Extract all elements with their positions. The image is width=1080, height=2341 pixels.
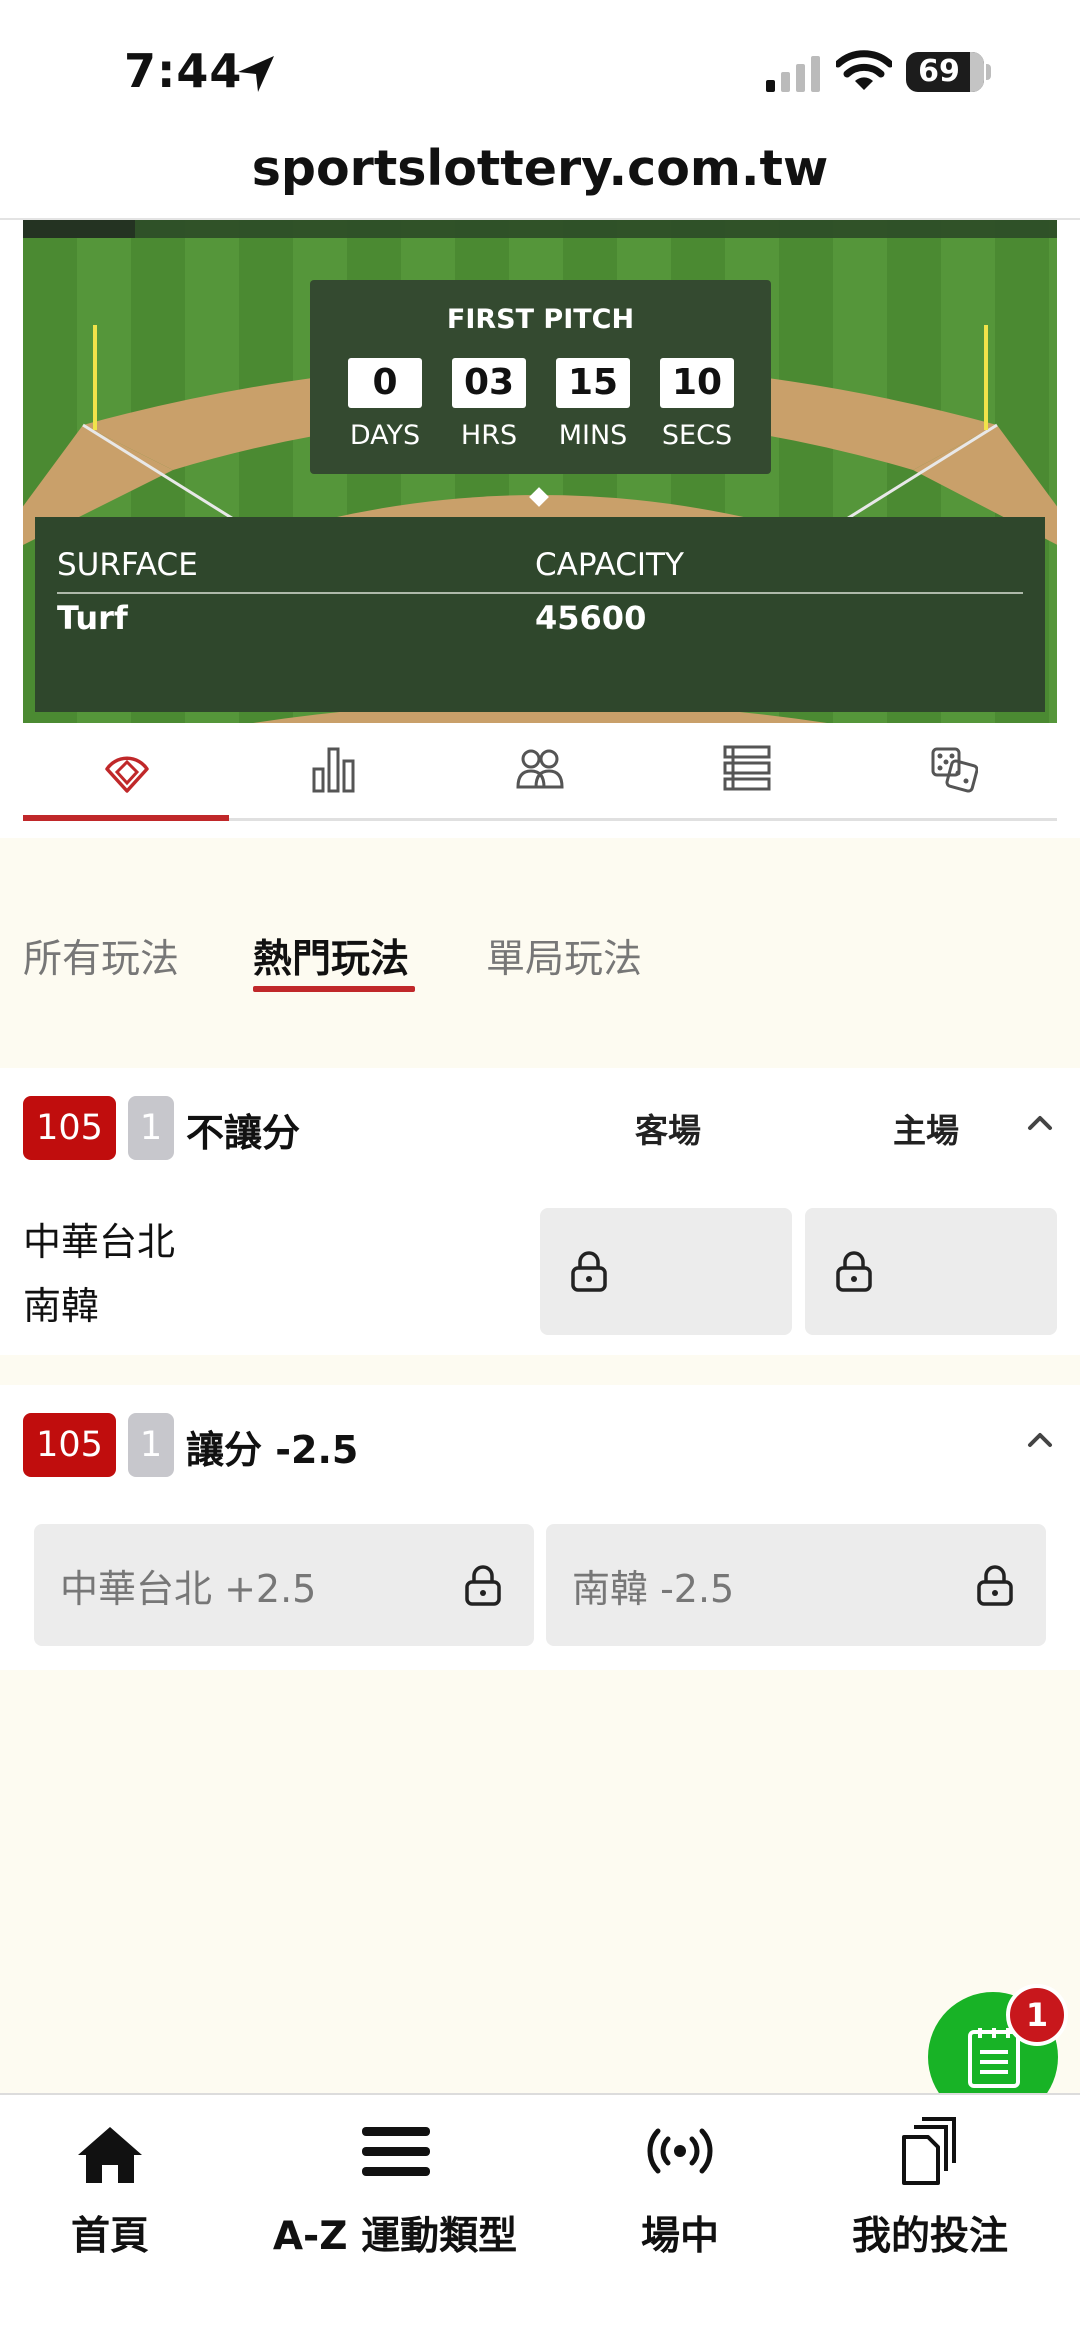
market-header-handicap[interactable]: 105 1 讓分 -2.5 bbox=[0, 1385, 1080, 1502]
baseball-field-icon bbox=[105, 756, 149, 793]
betting-content: 所有玩法 熱門玩法 單局玩法 105 1 不讓分 客場 主場 中華台北 南韓 1… bbox=[0, 838, 1080, 2093]
nav-my-bets[interactable]: 我的投注 bbox=[840, 2095, 1020, 2275]
dice-icon bbox=[931, 747, 978, 793]
bottom-navigation: 首頁 A-Z 運動類型 場中 我的投注 bbox=[0, 2093, 1080, 2341]
market-header-moneyline[interactable]: 105 1 不讓分 客場 主場 bbox=[0, 1068, 1080, 1185]
countdown-minutes-value: 15 bbox=[556, 358, 630, 408]
chevron-up-icon[interactable] bbox=[1026, 1427, 1054, 1451]
away-column-header: 客場 bbox=[635, 1111, 701, 1150]
battery-tip bbox=[986, 64, 991, 80]
countdown-seconds-value: 10 bbox=[660, 358, 734, 408]
surface-value: Turf bbox=[57, 599, 128, 637]
odds-away-locked[interactable] bbox=[540, 1208, 792, 1335]
stats-bars-icon bbox=[312, 747, 355, 793]
market-body-handicap: 中華台北 +2.5 南韓 -2.5 bbox=[0, 1500, 1080, 1670]
status-time: 7:44 bbox=[124, 44, 243, 98]
chevron-up-icon[interactable] bbox=[1026, 1110, 1054, 1134]
battery-level: 69 bbox=[918, 54, 960, 89]
countdown-seconds-label: SECS bbox=[661, 420, 733, 451]
nav-home-label: 首頁 bbox=[70, 2214, 149, 2259]
nav-live-label: 場中 bbox=[640, 2214, 719, 2259]
home-column-header: 主場 bbox=[893, 1111, 959, 1150]
countdown-panel: FIRST PITCH 0 03 15 10 DAYS HRS MINS SEC… bbox=[310, 280, 771, 474]
tab-players[interactable] bbox=[436, 723, 642, 818]
countdown-days-value: 0 bbox=[348, 358, 422, 408]
capacity-value: 45600 bbox=[535, 599, 647, 637]
bet-slip-count-badge: 1 bbox=[1006, 1984, 1068, 2046]
countdown-minutes-label: MINS bbox=[558, 420, 628, 451]
players-icon bbox=[516, 749, 564, 789]
menu-icon bbox=[362, 2127, 430, 2176]
nav-home[interactable]: 首頁 bbox=[30, 2095, 190, 2275]
lock-icon bbox=[465, 1565, 501, 1606]
tab-odds-dice[interactable] bbox=[850, 723, 1056, 818]
capacity-label: CAPACITY bbox=[535, 547, 684, 583]
countdown-title: FIRST PITCH bbox=[446, 304, 635, 335]
countdown-hours-label: HRS bbox=[460, 420, 518, 451]
status-bar: 7:44 69 sportslottery.com.tw bbox=[0, 0, 1080, 220]
nav-sports-az[interactable]: A-Z 運動類型 bbox=[260, 2095, 530, 2275]
venue-info-panel: SURFACE CAPACITY Turf 45600 bbox=[35, 517, 1045, 712]
countdown-hours-value: 03 bbox=[452, 358, 526, 408]
team-home-name: 南韓 bbox=[23, 1284, 100, 1328]
nav-live[interactable]: 場中 bbox=[610, 2095, 750, 2275]
tab-popular-plays[interactable]: 熱門玩法 bbox=[253, 928, 409, 984]
handicap-option-label: 南韓 -2.5 bbox=[572, 1567, 735, 1611]
stadium-hero: FIRST PITCH 0 03 15 10 DAYS HRS MINS SEC… bbox=[23, 220, 1057, 723]
handicap-option-home[interactable]: 南韓 -2.5 bbox=[546, 1524, 1046, 1646]
tab-stats[interactable] bbox=[230, 723, 436, 818]
market-title: 不讓分 bbox=[186, 1111, 301, 1155]
market-title: 讓分 -2.5 bbox=[186, 1428, 359, 1472]
live-broadcast-icon bbox=[647, 2128, 713, 2174]
venue-info-divider bbox=[57, 592, 1023, 594]
location-arrow-icon bbox=[238, 56, 274, 92]
handicap-option-away[interactable]: 中華台北 +2.5 bbox=[34, 1524, 534, 1646]
match-info-tabs bbox=[23, 723, 1057, 821]
home-icon bbox=[78, 2127, 142, 2183]
wifi-icon bbox=[836, 50, 892, 90]
market-number-badge: 1 bbox=[128, 1413, 174, 1477]
battery-indicator: 69 bbox=[906, 52, 984, 92]
start-time-tag bbox=[23, 220, 135, 238]
cellular-signal-icon bbox=[766, 56, 820, 92]
team-away-name: 中華台北 bbox=[23, 1220, 176, 1264]
start-time-strip bbox=[23, 220, 1057, 238]
market-code-badge: 105 bbox=[23, 1413, 116, 1477]
nav-my-bets-label: 我的投注 bbox=[851, 2214, 1008, 2259]
address-bar-url[interactable]: sportslottery.com.tw bbox=[0, 140, 1080, 197]
list-icon bbox=[723, 745, 771, 791]
odds-home-locked[interactable] bbox=[805, 1208, 1057, 1335]
tab-field[interactable] bbox=[23, 723, 229, 821]
tab-all-plays[interactable]: 所有玩法 bbox=[23, 928, 179, 984]
lock-icon bbox=[977, 1565, 1013, 1606]
nav-sports-az-label: A-Z 運動類型 bbox=[272, 2214, 518, 2259]
active-tab-underline bbox=[253, 986, 415, 992]
tab-lineup-list[interactable] bbox=[643, 723, 849, 818]
tab-inning-plays[interactable]: 單局玩法 bbox=[486, 928, 642, 984]
documents-icon bbox=[902, 2117, 956, 2185]
market-body-moneyline: 中華台北 南韓 bbox=[0, 1183, 1080, 1355]
countdown-days-label: DAYS bbox=[349, 420, 421, 451]
handicap-option-label: 中華台北 +2.5 bbox=[60, 1567, 317, 1611]
market-code-badge: 105 bbox=[23, 1096, 116, 1160]
market-number-badge: 1 bbox=[128, 1096, 174, 1160]
surface-label: SURFACE bbox=[57, 547, 198, 583]
lock-icon bbox=[836, 1251, 872, 1292]
lock-icon bbox=[571, 1251, 607, 1292]
